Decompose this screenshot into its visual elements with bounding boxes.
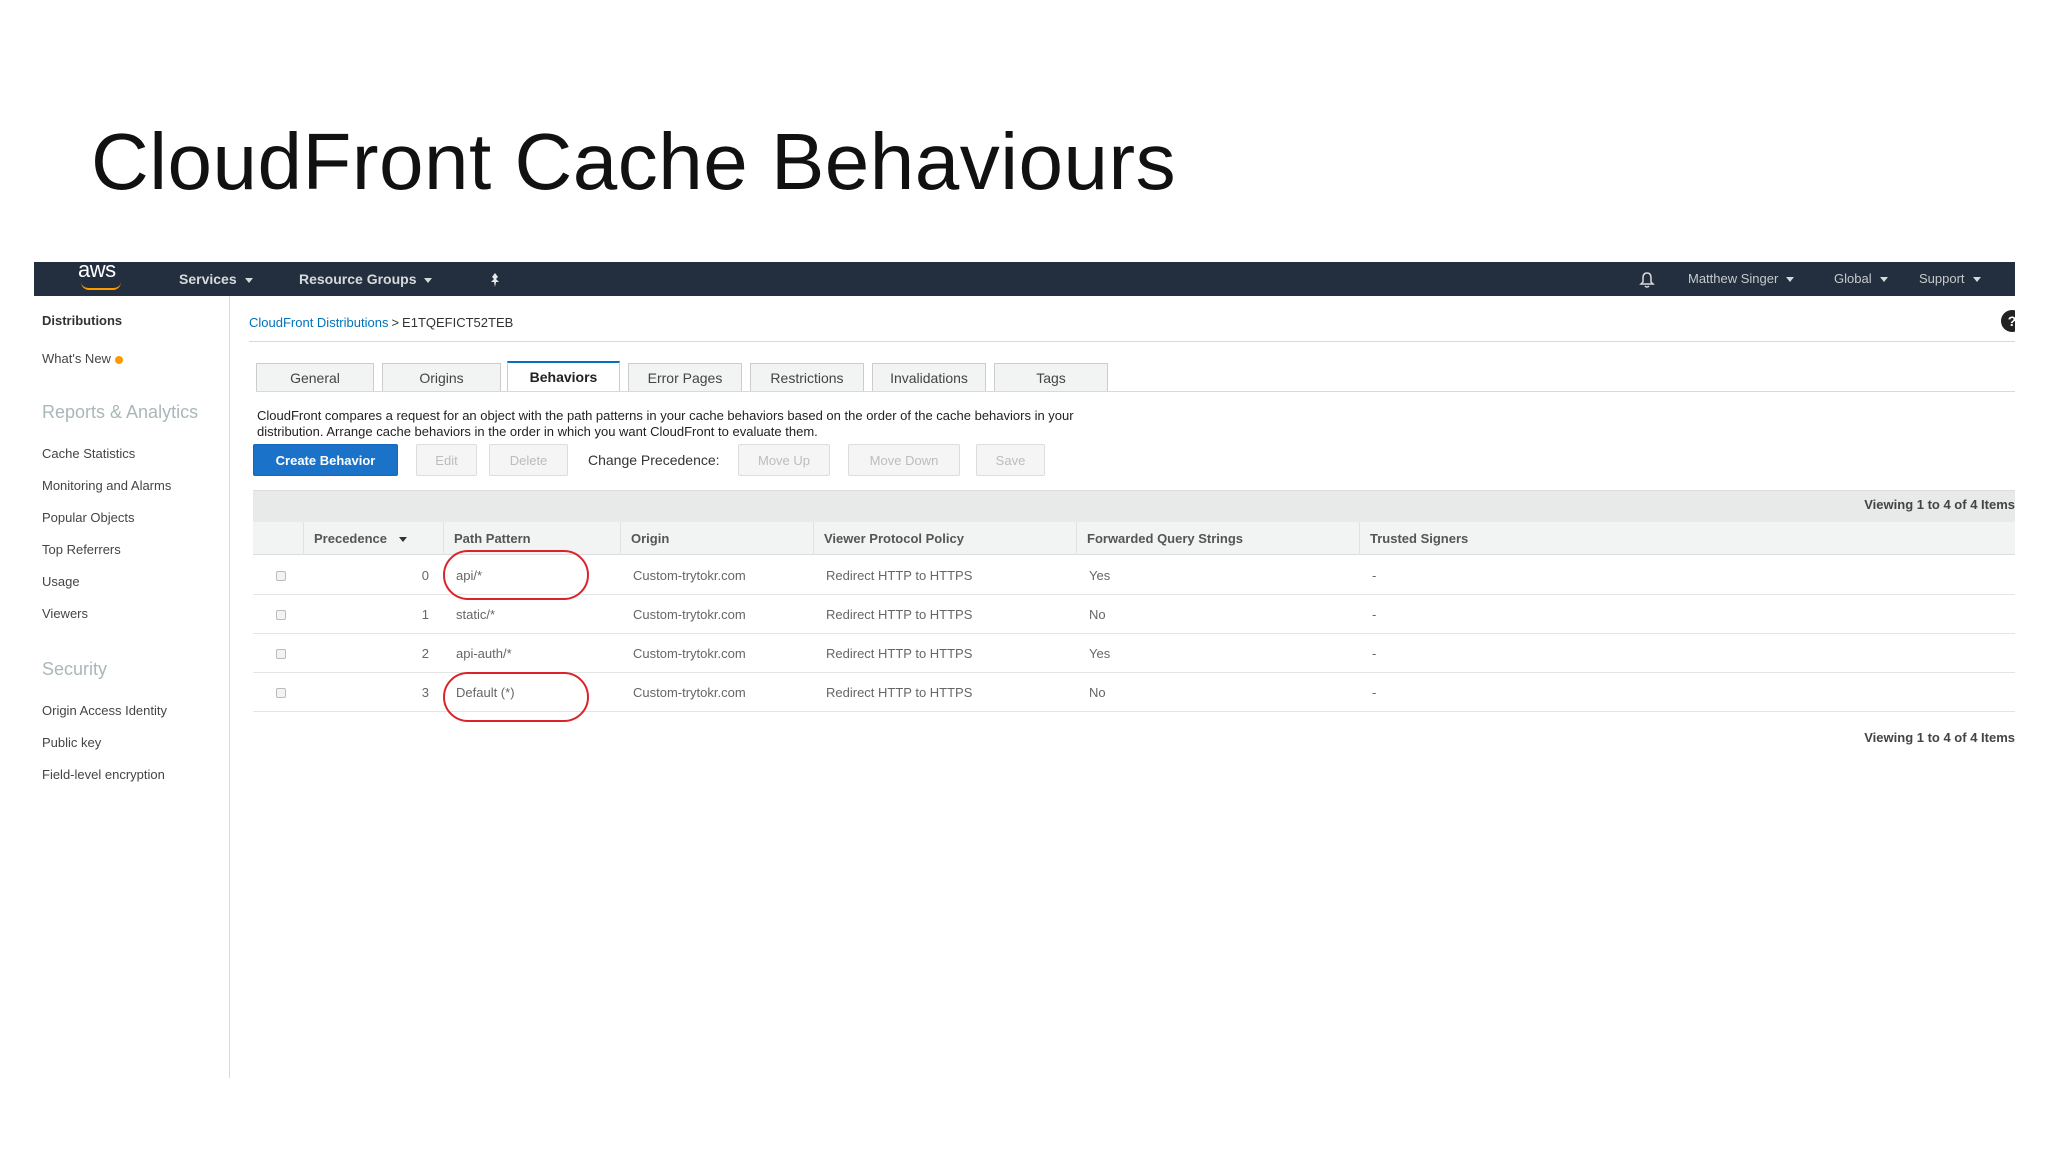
column-header-viewer-protocol-policy[interactable]: Viewer Protocol Policy	[813, 522, 1076, 555]
chevron-down-icon	[1786, 277, 1795, 283]
pin-icon[interactable]	[487, 262, 503, 296]
cell-origin: Custom-trytokr.com	[633, 607, 746, 622]
cell-precedence: 0	[421, 568, 429, 583]
slide-title: CloudFront Cache Behaviours	[91, 117, 1177, 206]
edit-button[interactable]: Edit	[416, 444, 477, 476]
cell-forwarded-query-strings: No	[1089, 685, 1106, 700]
cell-precedence: 3	[421, 685, 429, 700]
divider	[249, 341, 2015, 342]
sidebar: Distributions What's New Reports & Analy…	[34, 296, 230, 1078]
cell-precedence: 1	[421, 607, 429, 622]
cell-viewer-protocol-policy: Redirect HTTP to HTTPS	[826, 646, 973, 661]
sidebar-item-field-level-encryption[interactable]: Field-level encryption	[42, 767, 165, 782]
sidebar-item-monitoring[interactable]: Monitoring and Alarms	[42, 478, 171, 493]
help-icon[interactable]: ?	[2001, 310, 2015, 332]
breadcrumb: CloudFront Distributions > E1TQEFICT52TEB	[249, 315, 514, 330]
cell-trusted-signers: -	[1372, 568, 1377, 583]
console-screenshot: aws Services Resource Groups Matthew Sin…	[34, 262, 2015, 1078]
column-header-forwarded-query-strings[interactable]: Forwarded Query Strings	[1076, 522, 1359, 555]
behaviors-description: CloudFront compares a request for an obj…	[257, 408, 1074, 439]
column-header-origin[interactable]: Origin	[620, 522, 813, 555]
chevron-down-icon	[424, 277, 433, 283]
column-header-precedence[interactable]: Precedence	[303, 522, 443, 555]
aws-logo[interactable]: aws	[78, 262, 126, 292]
cell-path-pattern: static/*	[456, 607, 496, 622]
breadcrumb-parent-link[interactable]: CloudFront Distributions	[249, 315, 388, 330]
cell-origin: Custom-trytokr.com	[633, 685, 746, 700]
tab-restrictions[interactable]: Restrictions	[750, 363, 864, 391]
tab-tags[interactable]: Tags	[994, 363, 1108, 391]
create-behavior-button[interactable]: Create Behavior	[253, 444, 398, 476]
sidebar-item-public-key[interactable]: Public key	[42, 735, 101, 750]
main-content: CloudFront Distributions > E1TQEFICT52TEB …	[230, 296, 2015, 1078]
sidebar-item-cache-statistics[interactable]: Cache Statistics	[42, 446, 135, 461]
user-menu[interactable]: Matthew Singer	[1688, 262, 1795, 296]
move-down-button[interactable]: Move Down	[848, 444, 960, 476]
column-header-trusted-signers[interactable]: Trusted Signers	[1359, 522, 1659, 555]
tab-origins[interactable]: Origins	[382, 363, 501, 391]
sort-desc-icon	[399, 537, 407, 543]
cell-trusted-signers: -	[1372, 646, 1377, 661]
sidebar-item-usage[interactable]: Usage	[42, 574, 80, 589]
sidebar-item-viewers[interactable]: Viewers	[42, 606, 88, 621]
viewing-count-bottom: Viewing 1 to 4 of 4 Items	[1864, 730, 2015, 745]
sidebar-heading-security: Security	[42, 659, 108, 679]
top-nav: aws Services Resource Groups Matthew Sin…	[34, 262, 2015, 296]
cell-viewer-protocol-policy: Redirect HTTP to HTTPS	[826, 607, 973, 622]
cell-viewer-protocol-policy: Redirect HTTP to HTTPS	[826, 568, 973, 583]
cell-path-pattern: api-auth/*	[456, 646, 512, 661]
chevron-down-icon	[1879, 277, 1888, 283]
support-menu[interactable]: Support	[1919, 262, 1981, 296]
tab-error-pages[interactable]: Error Pages	[628, 363, 742, 391]
sidebar-heading-reports: Reports & Analytics	[42, 402, 199, 422]
cell-forwarded-query-strings: Yes	[1089, 646, 1111, 661]
viewing-count: Viewing 1 to 4 of 4 Items	[1864, 497, 2015, 512]
cell-forwarded-query-strings: Yes	[1089, 568, 1111, 583]
pagination-bar-top: Viewing 1 to 4 of 4 Items	[253, 490, 2015, 522]
chevron-down-icon	[244, 277, 253, 283]
breadcrumb-current: E1TQEFICT52TEB	[402, 315, 514, 330]
sidebar-item-whats-new[interactable]: What's New	[42, 351, 123, 366]
tab-behaviors[interactable]: Behaviors	[507, 361, 620, 391]
save-button[interactable]: Save	[976, 444, 1045, 476]
cell-origin: Custom-trytokr.com	[633, 568, 746, 583]
change-precedence-label: Change Precedence:	[588, 452, 720, 468]
tab-divider	[256, 391, 2015, 392]
resource-groups-menu[interactable]: Resource Groups	[299, 262, 433, 296]
move-up-button[interactable]: Move Up	[738, 444, 830, 476]
aws-smile-icon	[81, 282, 121, 290]
sidebar-item-origin-access-identity[interactable]: Origin Access Identity	[42, 703, 167, 718]
bell-icon[interactable]	[1639, 262, 1655, 296]
cell-precedence: 2	[421, 646, 429, 661]
cell-viewer-protocol-policy: Redirect HTTP to HTTPS	[826, 685, 973, 700]
sidebar-item-top-referrers[interactable]: Top Referrers	[42, 542, 121, 557]
region-menu[interactable]: Global	[1834, 262, 1888, 296]
cell-origin: Custom-trytokr.com	[633, 646, 746, 661]
cell-trusted-signers: -	[1372, 607, 1377, 622]
highlight-circle-default-path	[443, 672, 589, 722]
chevron-down-icon	[1972, 277, 1981, 283]
sidebar-item-distributions[interactable]: Distributions	[42, 313, 122, 328]
sidebar-item-popular-objects[interactable]: Popular Objects	[42, 510, 135, 525]
table-row[interactable]: 1 static/* Custom-trytokr.com Redirect H…	[253, 595, 2015, 634]
cell-forwarded-query-strings: No	[1089, 607, 1106, 622]
services-menu[interactable]: Services	[179, 262, 253, 296]
cell-trusted-signers: -	[1372, 685, 1377, 700]
highlight-circle-api-path	[443, 550, 589, 600]
tab-general[interactable]: General	[256, 363, 374, 391]
delete-button[interactable]: Delete	[489, 444, 568, 476]
table-row[interactable]: 2 api-auth/* Custom-trytokr.com Redirect…	[253, 634, 2015, 673]
tab-invalidations[interactable]: Invalidations	[872, 363, 986, 391]
new-indicator-icon	[114, 355, 123, 364]
